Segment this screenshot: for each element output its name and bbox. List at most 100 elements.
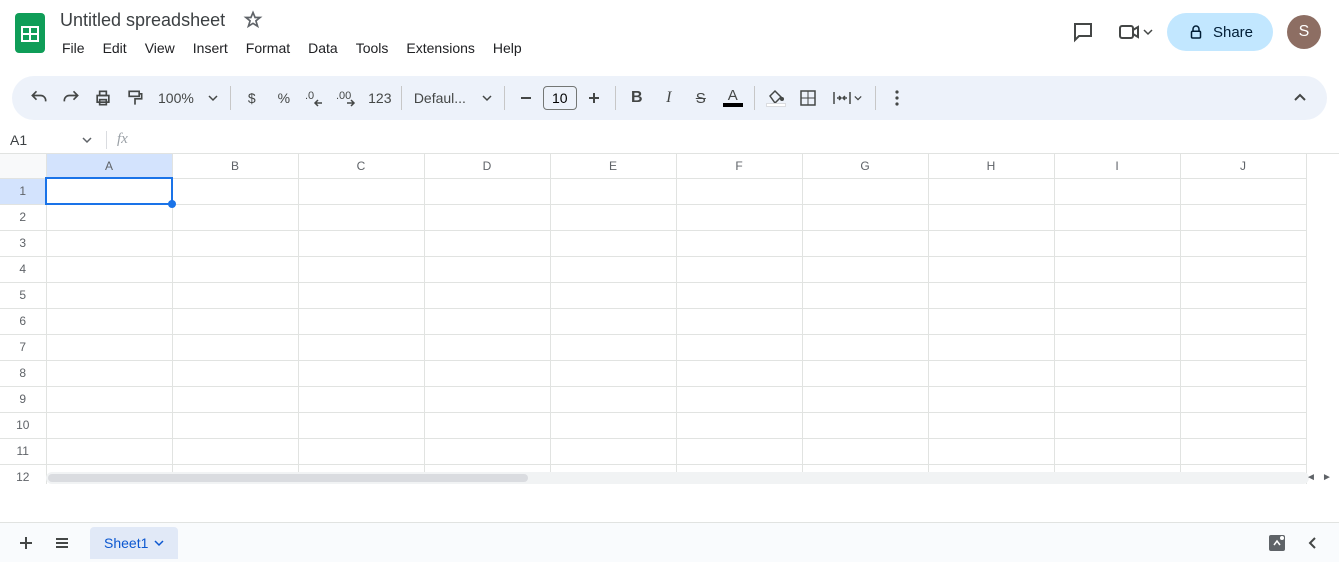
- bold-button[interactable]: B: [622, 83, 652, 113]
- show-side-panel-button[interactable]: [1295, 525, 1331, 561]
- account-avatar[interactable]: S: [1287, 15, 1321, 49]
- cell[interactable]: [928, 256, 1054, 282]
- cell[interactable]: [802, 204, 928, 230]
- row-header-7[interactable]: 7: [0, 334, 46, 360]
- formula-input[interactable]: [132, 126, 1339, 153]
- cell[interactable]: [1180, 412, 1306, 438]
- cell[interactable]: [172, 334, 298, 360]
- all-sheets-button[interactable]: [44, 525, 80, 561]
- percent-button[interactable]: %: [269, 83, 299, 113]
- col-header-H[interactable]: H: [928, 154, 1054, 178]
- menu-format[interactable]: Format: [238, 36, 298, 60]
- print-button[interactable]: [88, 83, 118, 113]
- menu-insert[interactable]: Insert: [185, 36, 236, 60]
- cell[interactable]: [172, 360, 298, 386]
- cell[interactable]: [676, 230, 802, 256]
- cell[interactable]: [928, 360, 1054, 386]
- cell[interactable]: [676, 360, 802, 386]
- cell[interactable]: [46, 282, 172, 308]
- row-header-2[interactable]: 2: [0, 204, 46, 230]
- scroll-right-button[interactable]: ►: [1319, 470, 1335, 484]
- cell[interactable]: [298, 308, 424, 334]
- select-all-corner[interactable]: [0, 154, 46, 178]
- cell[interactable]: [802, 360, 928, 386]
- menu-help[interactable]: Help: [485, 36, 530, 60]
- cell[interactable]: [802, 308, 928, 334]
- col-header-C[interactable]: C: [298, 154, 424, 178]
- cell[interactable]: [928, 230, 1054, 256]
- star-button[interactable]: [239, 6, 267, 34]
- sheets-logo[interactable]: [10, 8, 50, 58]
- cell[interactable]: [172, 256, 298, 282]
- cell[interactable]: [172, 230, 298, 256]
- cell[interactable]: [298, 438, 424, 464]
- cell[interactable]: [1054, 178, 1180, 204]
- menu-data[interactable]: Data: [300, 36, 346, 60]
- cell[interactable]: [1180, 282, 1306, 308]
- cell[interactable]: [298, 360, 424, 386]
- cell[interactable]: [1054, 438, 1180, 464]
- cell[interactable]: [1054, 412, 1180, 438]
- col-header-D[interactable]: D: [424, 154, 550, 178]
- cell[interactable]: [1054, 204, 1180, 230]
- cell[interactable]: [298, 204, 424, 230]
- cell[interactable]: [1054, 256, 1180, 282]
- cell[interactable]: [676, 308, 802, 334]
- currency-button[interactable]: $: [237, 83, 267, 113]
- cell[interactable]: [1054, 282, 1180, 308]
- strikethrough-button[interactable]: S: [686, 83, 716, 113]
- doc-title[interactable]: Untitled spreadsheet: [54, 8, 231, 33]
- font-family-select[interactable]: Defaul...: [408, 90, 498, 106]
- cell[interactable]: [676, 178, 802, 204]
- cell[interactable]: [46, 204, 172, 230]
- italic-button[interactable]: I: [654, 83, 684, 113]
- cell[interactable]: [802, 334, 928, 360]
- menu-edit[interactable]: Edit: [95, 36, 135, 60]
- row-header-6[interactable]: 6: [0, 308, 46, 334]
- cell[interactable]: [676, 386, 802, 412]
- comments-button[interactable]: [1063, 12, 1103, 52]
- cell[interactable]: [172, 386, 298, 412]
- cell[interactable]: [1054, 308, 1180, 334]
- cell[interactable]: [424, 412, 550, 438]
- row-header-12[interactable]: 12: [0, 464, 46, 484]
- cell[interactable]: [928, 282, 1054, 308]
- cell[interactable]: [550, 308, 676, 334]
- cell[interactable]: [1180, 438, 1306, 464]
- undo-button[interactable]: [24, 83, 54, 113]
- col-header-A[interactable]: A: [46, 154, 172, 178]
- cell[interactable]: [676, 334, 802, 360]
- cell[interactable]: [46, 308, 172, 334]
- menu-extensions[interactable]: Extensions: [398, 36, 482, 60]
- cell-A1[interactable]: [46, 178, 172, 204]
- row-header-5[interactable]: 5: [0, 282, 46, 308]
- cell[interactable]: [424, 204, 550, 230]
- share-button[interactable]: Share: [1167, 13, 1273, 51]
- merge-cells-button[interactable]: [825, 83, 869, 113]
- fill-color-button[interactable]: [761, 83, 791, 113]
- add-sheet-button[interactable]: [8, 525, 44, 561]
- cell[interactable]: [928, 204, 1054, 230]
- zoom-select[interactable]: 100%: [152, 90, 224, 106]
- redo-button[interactable]: [56, 83, 86, 113]
- cell[interactable]: [676, 412, 802, 438]
- col-header-G[interactable]: G: [802, 154, 928, 178]
- menu-file[interactable]: File: [54, 36, 93, 60]
- cell[interactable]: [46, 360, 172, 386]
- cell[interactable]: [802, 230, 928, 256]
- cell[interactable]: [298, 412, 424, 438]
- cell[interactable]: [172, 204, 298, 230]
- cell[interactable]: [928, 438, 1054, 464]
- cell[interactable]: [550, 386, 676, 412]
- cell[interactable]: [550, 412, 676, 438]
- cell[interactable]: [298, 282, 424, 308]
- cell[interactable]: [1180, 360, 1306, 386]
- cell[interactable]: [46, 386, 172, 412]
- explore-button[interactable]: [1259, 525, 1295, 561]
- col-header-E[interactable]: E: [550, 154, 676, 178]
- fill-handle[interactable]: [168, 200, 176, 208]
- cell[interactable]: [424, 178, 550, 204]
- cell[interactable]: [1054, 360, 1180, 386]
- cell[interactable]: [1180, 230, 1306, 256]
- cell[interactable]: [298, 178, 424, 204]
